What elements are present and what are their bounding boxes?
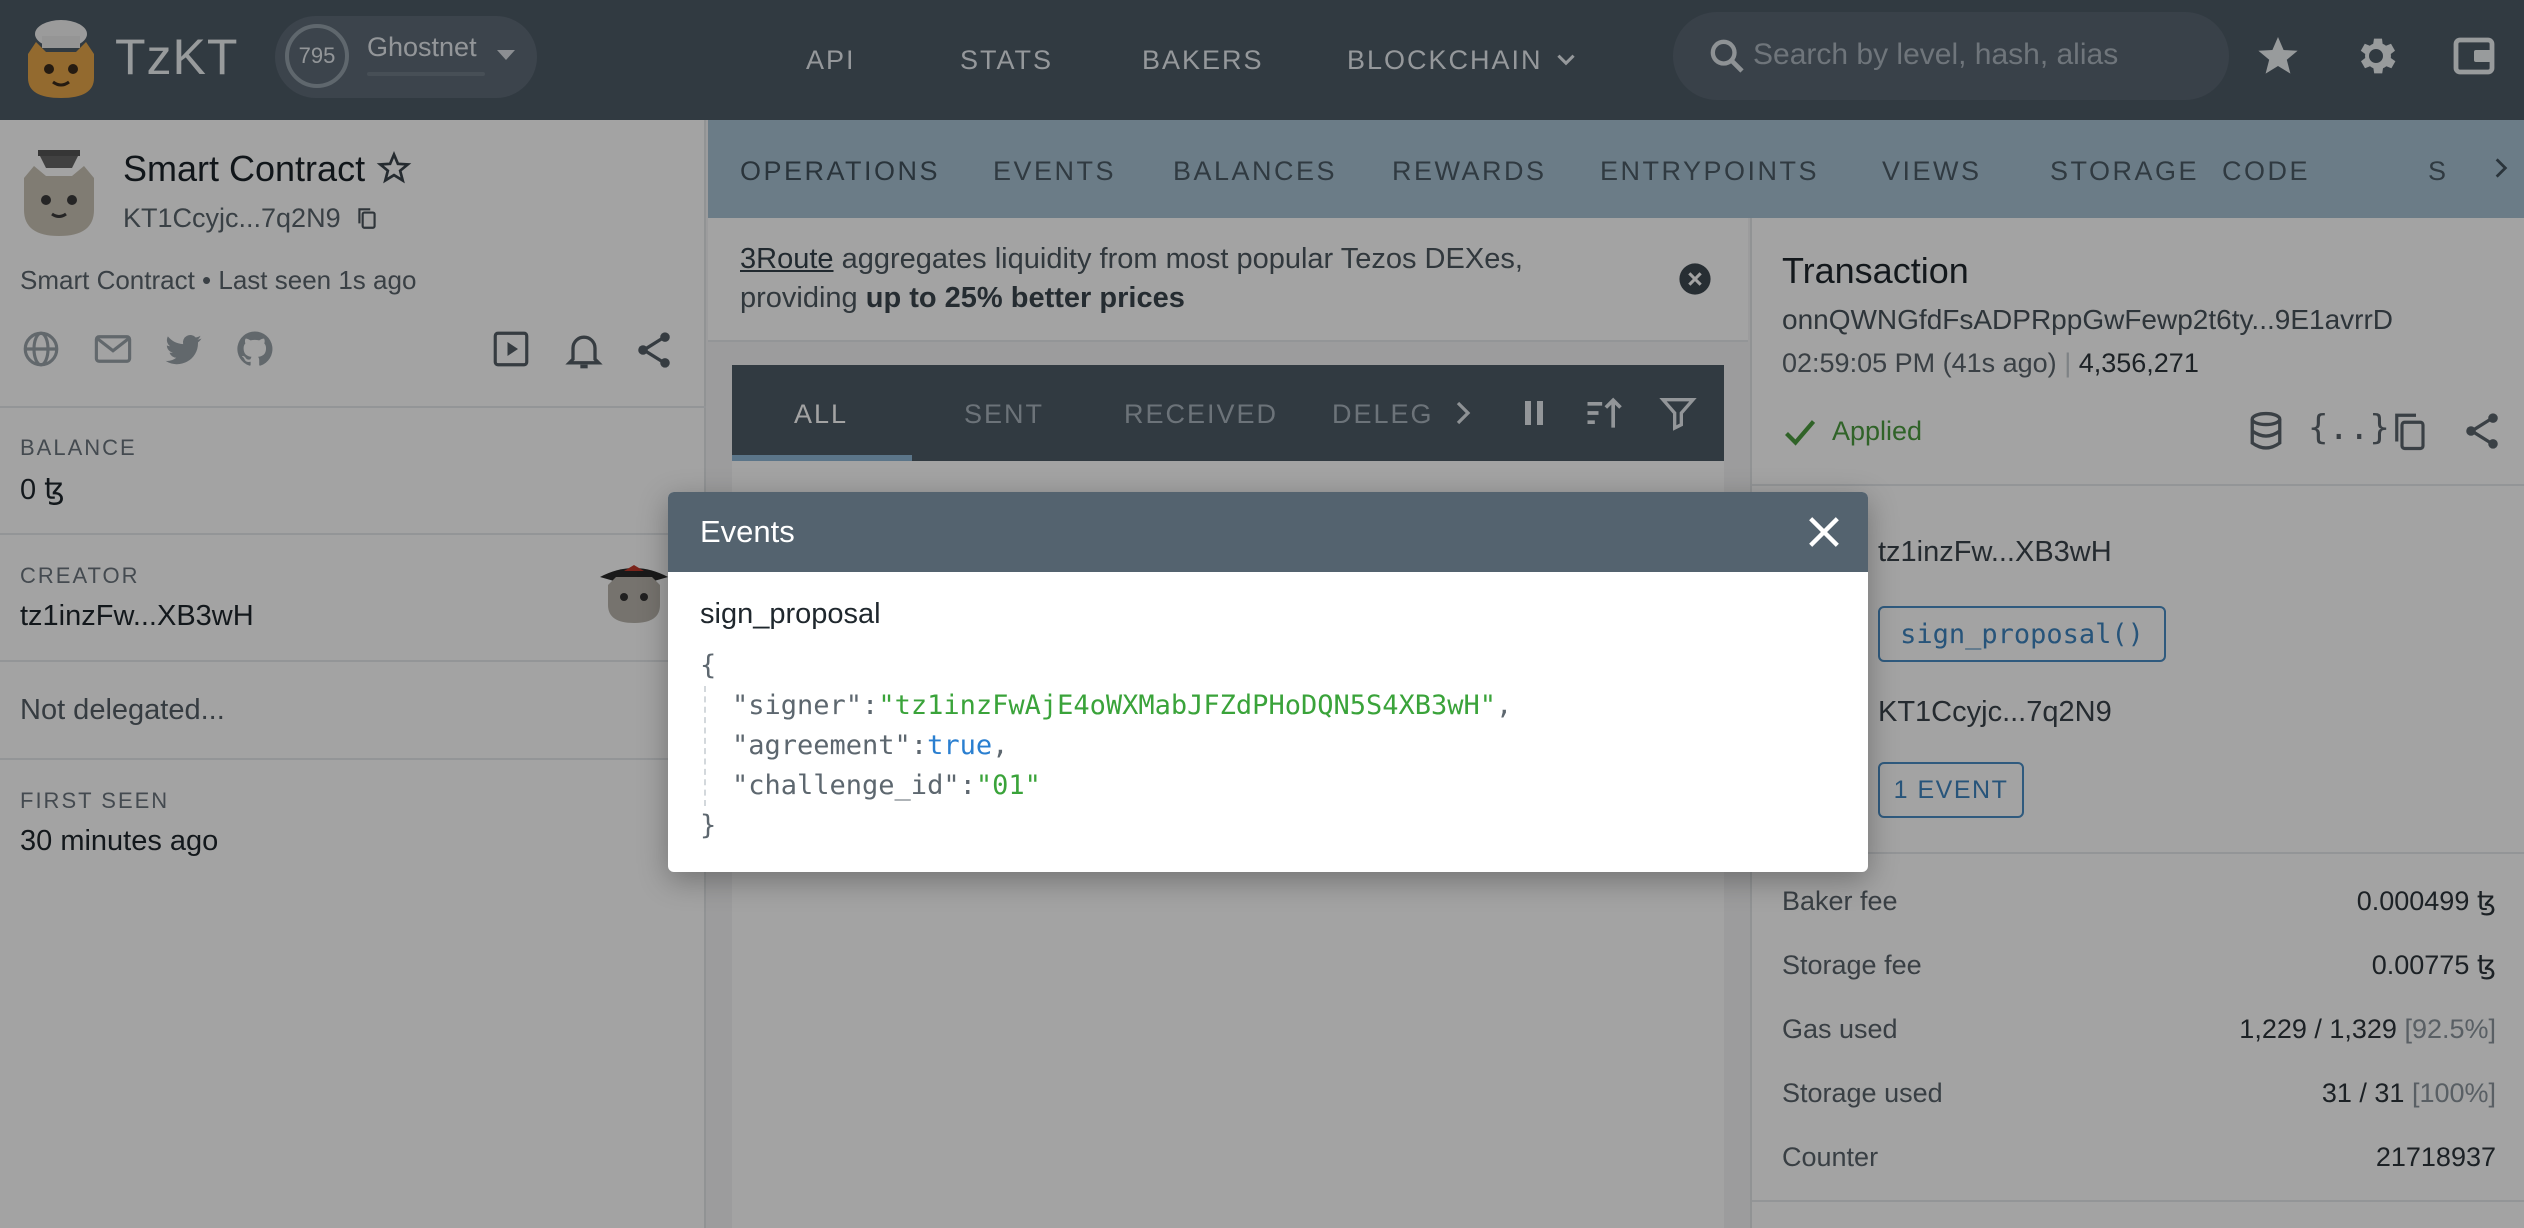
json-string: "01" <box>975 770 1041 801</box>
json-open-brace: { <box>700 650 717 681</box>
json-key: "agreement" <box>732 730 911 761</box>
events-modal: Events sign_proposal { "signer":"tz1inzF… <box>668 492 1868 872</box>
event-name: sign_proposal <box>700 598 881 630</box>
json-close-brace: } <box>700 810 717 841</box>
json-line-signer: "signer":"tz1inzFwAjE4oWXMabJFZdPHoDQN5S… <box>732 690 1513 721</box>
json-key: "signer" <box>732 690 863 721</box>
json-boolean: true <box>927 730 993 761</box>
event-payload: { "signer":"tz1inzFwAjE4oWXMabJFZdPHoDQN… <box>700 646 1512 846</box>
json-string: "tz1inzFwAjE4oWXMabJFZdPHoDQN5S4XB3wH" <box>878 690 1497 721</box>
close-icon[interactable] <box>1804 512 1844 552</box>
modal-header: Events <box>668 492 1868 572</box>
json-line-challenge: "challenge_id":"01" <box>732 770 1041 801</box>
json-key: "challenge_id" <box>732 770 960 801</box>
json-body: "signer":"tz1inzFwAjE4oWXMabJFZdPHoDQN5S… <box>704 686 1512 806</box>
json-line-agreement: "agreement":true, <box>732 730 1009 761</box>
modal-title: Events <box>700 514 795 549</box>
